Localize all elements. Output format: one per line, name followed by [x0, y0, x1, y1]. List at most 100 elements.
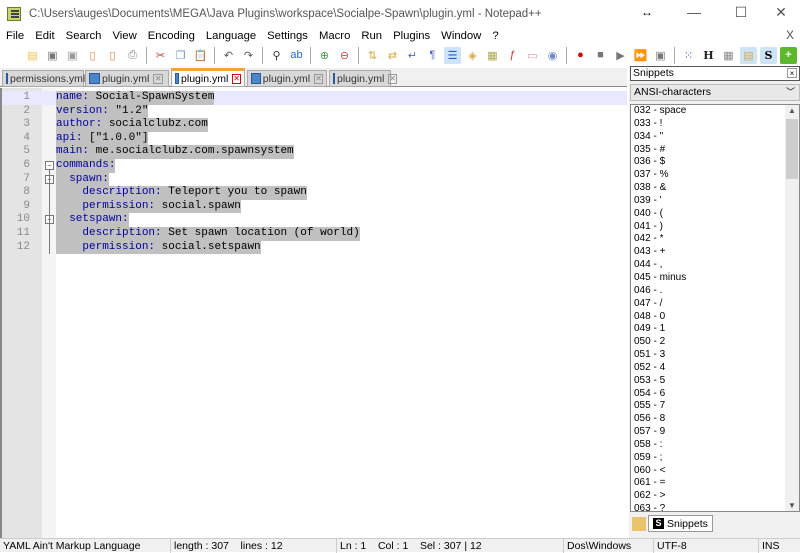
snippets-button[interactable]: S: [760, 46, 777, 64]
tab-close-icon[interactable]: ✕: [232, 73, 241, 84]
print-button[interactable]: ⎙: [124, 47, 141, 64]
menu-run[interactable]: Run: [355, 30, 387, 42]
tab-2-plugin-yml[interactable]: plugin.yml ✕: [85, 70, 169, 87]
explorer-button[interactable]: ▤: [740, 46, 757, 64]
snippet-item[interactable]: 061 - =: [631, 477, 799, 490]
save-macro-button[interactable]: ▣: [652, 47, 669, 64]
cut-button[interactable]: ✂: [152, 47, 169, 64]
fold-minus-icon[interactable]: −: [45, 161, 54, 170]
snippet-item[interactable]: 051 - 3: [631, 349, 799, 362]
menu-encoding[interactable]: Encoding: [142, 30, 200, 42]
scroll-thumb[interactable]: [786, 119, 798, 179]
undo-button[interactable]: ↶: [220, 47, 237, 64]
snippet-item[interactable]: 036 - $: [631, 156, 799, 169]
snippet-item[interactable]: 057 - 9: [631, 426, 799, 439]
panel-tab-snippets[interactable]: S Snippets: [632, 515, 713, 532]
snippet-item[interactable]: 052 - 4: [631, 362, 799, 375]
add-button[interactable]: +: [780, 46, 797, 64]
play-macro-button[interactable]: ▶: [612, 47, 629, 64]
doc-map-button[interactable]: ▦: [484, 47, 501, 64]
tab-3-plugin-yml[interactable]: plugin.yml ✕: [171, 68, 245, 87]
menu-view[interactable]: View: [106, 30, 141, 42]
record-macro-button[interactable]: ●: [572, 47, 589, 64]
tab-4-plugin-yml[interactable]: plugin.yml ✕: [247, 70, 327, 87]
explorer-tab-icon[interactable]: [632, 516, 646, 531]
snippet-item[interactable]: 042 - *: [631, 233, 799, 246]
find-button[interactable]: ⚲: [268, 47, 285, 64]
close-button[interactable]: ▯: [84, 47, 101, 64]
run-macro-multiple-button[interactable]: ⏩: [632, 47, 649, 64]
menu-plugins[interactable]: Plugins: [387, 30, 435, 42]
word-wrap-button[interactable]: ↵: [404, 47, 421, 64]
new-file-button[interactable]: 🗋: [4, 47, 21, 64]
snippet-item[interactable]: 060 - <: [631, 465, 799, 478]
snippet-item[interactable]: 034 - ": [631, 131, 799, 144]
snippet-item[interactable]: 039 - ': [631, 195, 799, 208]
function-list-button[interactable]: ƒ: [504, 47, 521, 64]
close-all-button[interactable]: ▯: [104, 47, 121, 64]
snippet-item[interactable]: 045 - minus: [631, 272, 799, 285]
folder-workspace-button[interactable]: ▭: [524, 47, 541, 64]
snippet-item[interactable]: 055 - 7: [631, 400, 799, 413]
snippet-item[interactable]: 037 - %: [631, 169, 799, 182]
snippet-item[interactable]: 041 - ): [631, 221, 799, 234]
close-window-button[interactable]: ✕: [771, 4, 791, 21]
save-button[interactable]: ▣: [44, 47, 61, 64]
tab-1-permissions-yml[interactable]: permissions.yml✕: [2, 70, 98, 87]
snippet-item[interactable]: 046 - .: [631, 285, 799, 298]
zoom-in-button[interactable]: ⊕: [316, 47, 333, 64]
menu-help[interactable]: ?: [486, 30, 503, 42]
menu-edit[interactable]: Edit: [29, 30, 59, 42]
scrollbar[interactable]: ▲ ▼: [785, 105, 799, 511]
snippet-item[interactable]: 040 - (: [631, 208, 799, 221]
save-all-button[interactable]: ▣: [64, 47, 81, 64]
header-button[interactable]: H: [700, 47, 717, 64]
snippet-item[interactable]: 035 - #: [631, 144, 799, 157]
snippet-item[interactable]: 047 - /: [631, 298, 799, 311]
snippet-list[interactable]: 032 - space 033 - ! 034 - " 035 - #036 - $0…: [630, 104, 800, 512]
snippet-category-dropdown[interactable]: ANSI-characters ﹀: [630, 84, 800, 101]
snippet-item[interactable]: 062 - >: [631, 490, 799, 503]
snippet-item[interactable]: 054 - 6: [631, 388, 799, 401]
tab-close-icon[interactable]: ✕: [314, 73, 323, 84]
snippet-item[interactable]: 044 - ,: [631, 259, 799, 272]
copy-button[interactable]: ❐: [172, 47, 189, 64]
scroll-up-icon[interactable]: ▲: [785, 106, 799, 115]
paste-button[interactable]: 📋: [192, 47, 209, 64]
snippet-item[interactable]: 032 - space: [631, 105, 799, 118]
tab-5-plugin-yml[interactable]: plugin.yml ✕: [329, 70, 397, 87]
indent-guide-button[interactable]: ☰: [444, 46, 461, 64]
minimize-button[interactable]: —: [684, 4, 704, 20]
snippet-item[interactable]: 053 - 5: [631, 375, 799, 388]
sync-vertical-button[interactable]: ⇅: [364, 47, 381, 64]
udl-button[interactable]: ◈: [464, 47, 481, 64]
menu-settings[interactable]: Settings: [261, 30, 313, 42]
snippet-item[interactable]: 063 - ?: [631, 503, 799, 511]
snippet-item[interactable]: 058 - :: [631, 439, 799, 452]
panel-close-button[interactable]: ×: [787, 68, 797, 78]
maximize-button[interactable]: ☐: [731, 4, 751, 21]
replace-button[interactable]: ab: [288, 47, 305, 64]
redo-button[interactable]: ↷: [240, 47, 257, 64]
stop-macro-button[interactable]: ■: [592, 47, 609, 64]
snippet-item[interactable]: 033 - !: [631, 118, 799, 131]
menu-window[interactable]: Window: [435, 30, 486, 42]
snippet-item[interactable]: 043 - +: [631, 246, 799, 259]
snippet-item[interactable]: 056 - 8: [631, 413, 799, 426]
snippet-item[interactable]: 048 - 0: [631, 311, 799, 324]
menu-language[interactable]: Language: [200, 30, 261, 42]
calculator-button[interactable]: ▦: [720, 47, 737, 64]
snippet-item[interactable]: 049 - 1: [631, 323, 799, 336]
snippet-item[interactable]: 059 - ;: [631, 452, 799, 465]
open-file-button[interactable]: ▤: [24, 47, 41, 64]
show-all-chars-button[interactable]: ¶: [424, 47, 441, 64]
editor[interactable]: 1 name: Social-SpawnSystem 2 version: "1.2"…: [0, 88, 627, 538]
menu-file[interactable]: File: [0, 30, 29, 42]
tab-close-icon[interactable]: ✕: [388, 73, 397, 84]
menu-macro[interactable]: Macro: [313, 30, 355, 42]
monitoring-button[interactable]: ◉: [544, 47, 561, 64]
snippet-item[interactable]: 050 - 2: [631, 336, 799, 349]
snippet-item[interactable]: 038 - &: [631, 182, 799, 195]
zoom-out-button[interactable]: ⊖: [336, 47, 353, 64]
php-button[interactable]: ⁙: [680, 47, 697, 64]
